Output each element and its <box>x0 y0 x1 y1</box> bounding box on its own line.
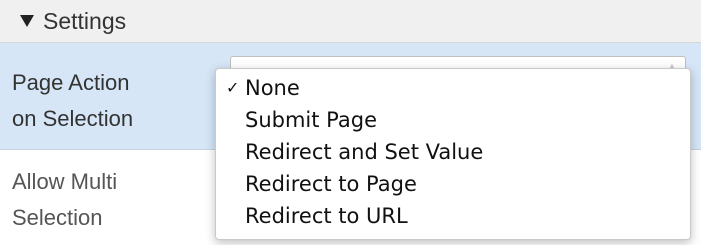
option-label: Submit Page <box>245 108 378 132</box>
settings-section-header[interactable]: Settings <box>0 0 701 43</box>
option-label: Redirect to Page <box>245 172 417 196</box>
property-label-line: Page Action <box>12 70 130 95</box>
triangle-down-icon[interactable] <box>20 15 34 27</box>
property-label-line: on Selection <box>12 106 134 131</box>
option-redirect-and-set-value[interactable]: Redirect and Set Value <box>216 136 690 168</box>
property-label: Page Action on Selection <box>12 65 133 137</box>
option-label: None <box>245 76 300 100</box>
check-icon: ✓ <box>226 78 240 97</box>
property-label-line: Selection <box>12 205 103 230</box>
option-label: Redirect to URL <box>245 204 408 228</box>
property-label-line: Allow Multi <box>12 169 118 194</box>
property-label: Allow Multi Selection <box>12 164 117 236</box>
option-label: Redirect and Set Value <box>245 140 484 164</box>
dropdown-menu: ✓ None Submit Page Redirect and Set Valu… <box>215 68 691 240</box>
option-none[interactable]: ✓ None <box>216 72 690 104</box>
option-redirect-to-page[interactable]: Redirect to Page <box>216 168 690 200</box>
option-redirect-to-url[interactable]: Redirect to URL <box>216 200 690 232</box>
section-title: Settings <box>43 7 127 34</box>
property-editor: Settings Page Action on Selection Allow … <box>0 0 701 245</box>
option-submit-page[interactable]: Submit Page <box>216 104 690 136</box>
